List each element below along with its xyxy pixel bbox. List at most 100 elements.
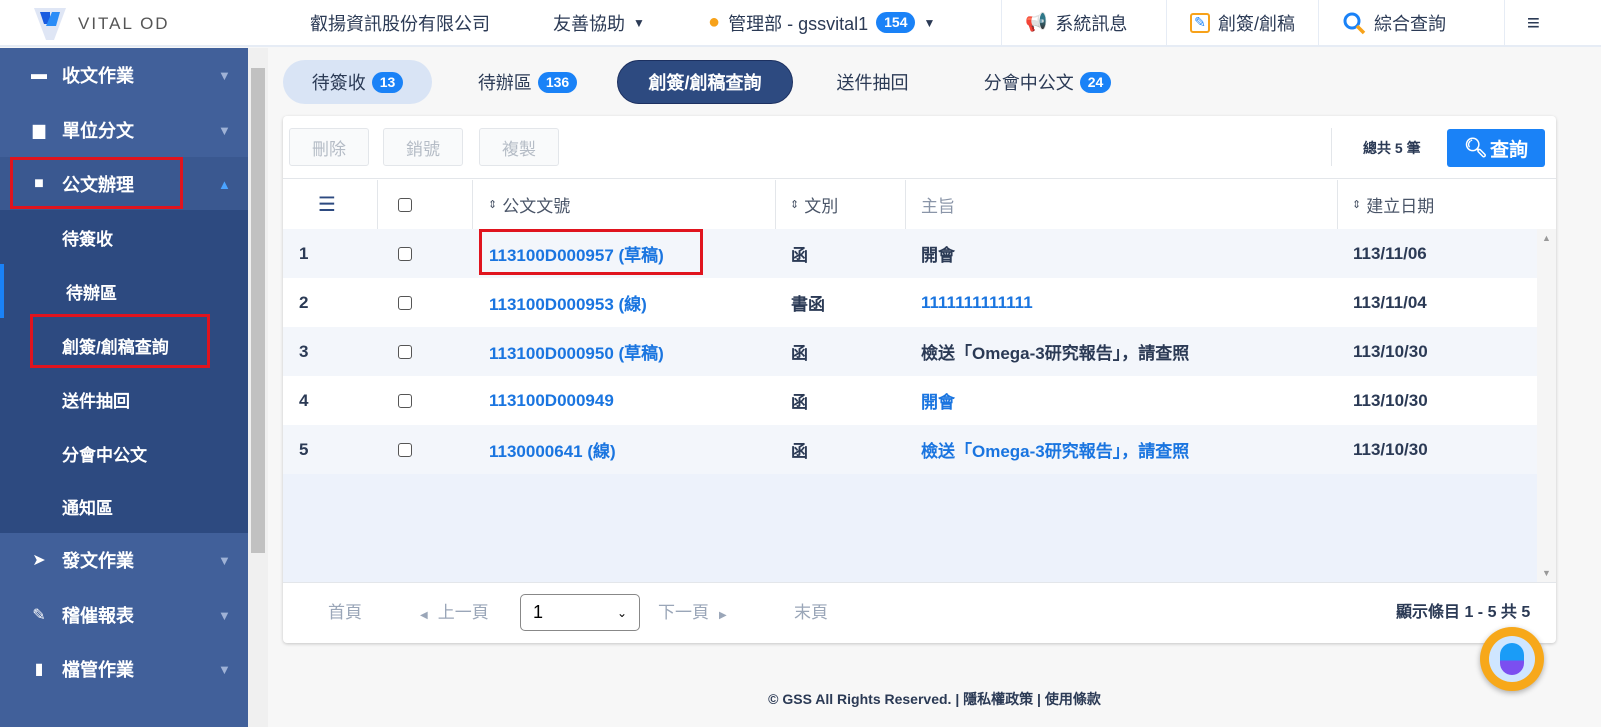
sidebar-subitem-withdraw[interactable]: 送件抽回 xyxy=(0,372,248,426)
tab-badge: 24 xyxy=(1080,72,1112,93)
tab-pending-receipt[interactable]: 待簽收13 xyxy=(283,60,432,104)
company-name: 叡揚資訊股份有限公司 xyxy=(310,0,490,45)
table-row[interactable]: 4 113100D000949 函 開會 113/10/30 xyxy=(283,376,1537,425)
sidebar-label: 分會中公文 xyxy=(62,441,147,466)
system-messages-button[interactable]: 📢系統訊息 xyxy=(1025,0,1127,45)
created-date: 113/11/04 xyxy=(1353,278,1427,327)
help-menu[interactable]: 友善協助▼ xyxy=(553,0,645,45)
header-label: 建立日期 xyxy=(1366,192,1434,217)
created-date: 113/10/30 xyxy=(1353,327,1428,376)
row-checkbox[interactable] xyxy=(398,327,412,376)
sidebar-item-unit-distribution[interactable]: ▆單位分文▼ xyxy=(0,103,248,157)
subject-link[interactable]: 1111111111111 xyxy=(921,278,1033,327)
hat-icon: ▆ xyxy=(28,120,50,140)
row-checkbox[interactable] xyxy=(398,376,412,425)
prev-page-button[interactable]: ◀ 上一頁 xyxy=(420,598,489,623)
sidebar-item-outgoing[interactable]: ➤發文作業▼ xyxy=(0,533,248,587)
chevron-down-icon: ▼ xyxy=(218,608,231,623)
header-label: 公文文號 xyxy=(502,192,570,217)
subject-link[interactable]: 開會 xyxy=(921,376,955,425)
row-number: 5 xyxy=(299,425,308,474)
prev-label: 上一頁 xyxy=(438,603,489,622)
pagination-summary: 顯示條目 1 - 5 共 5 xyxy=(1396,598,1530,622)
sidebar-item-reports[interactable]: ✎稽催報表▼ xyxy=(0,588,248,642)
header-doc-type[interactable]: ⇕文別 xyxy=(790,180,838,229)
table-row[interactable]: 5 1130000641 (線) 函 檢送「Omega-3研究報告」，請查照 1… xyxy=(283,425,1537,474)
copyright-text: © GSS All Rights Reserved. xyxy=(768,691,951,707)
first-page-button[interactable]: 首頁 xyxy=(328,598,362,623)
tab-label: 待簽收 xyxy=(312,69,366,95)
subject: 檢送「Omega-3研究報告」，請查照 xyxy=(921,327,1189,376)
sidebar-scrollbar-thumb[interactable] xyxy=(251,68,265,553)
highlight-box xyxy=(10,157,183,209)
caret-right-icon: ▶ xyxy=(719,610,727,621)
header-created-date[interactable]: ⇕建立日期 xyxy=(1352,180,1434,229)
query-button[interactable]: 🔍︎查詢 xyxy=(1447,129,1545,167)
sidebar-subitem-in-meeting[interactable]: 分會中公文 xyxy=(0,426,248,480)
row-checkbox[interactable] xyxy=(398,278,412,327)
highlight-box xyxy=(479,229,703,275)
tab-label: 送件抽回 xyxy=(837,69,909,95)
logo[interactable]: VITAL OD xyxy=(32,6,170,42)
tab-todo[interactable]: 待辦區136 xyxy=(455,60,600,104)
doc-number-link[interactable]: 113100D000949 xyxy=(489,376,614,425)
doc-type: 函 xyxy=(791,229,808,278)
doc-number-link[interactable]: 113100D000953 (線) xyxy=(489,278,647,327)
sidebar-label: 稽催報表 xyxy=(62,602,134,628)
draft-label: 創簽/創稿 xyxy=(1218,10,1295,36)
table-scrollbar[interactable]: ▲▼ xyxy=(1537,229,1556,582)
select-all-checkbox[interactable] xyxy=(398,180,412,229)
caret-down-icon: ▼ xyxy=(923,16,935,30)
subject-link[interactable]: 檢送「Omega-3研究報告」，請查照 xyxy=(921,425,1189,474)
doc-number-link[interactable]: 1130000641 (線) xyxy=(489,425,616,474)
sidebar-item-archive[interactable]: ▮檔管作業▼ xyxy=(0,642,248,696)
hamburger-menu-icon[interactable]: ≡ xyxy=(1527,0,1540,45)
chevron-down-icon: ▼ xyxy=(218,68,231,83)
sidebar-item-incoming[interactable]: ▬收文作業▼ xyxy=(0,48,248,102)
tab-withdraw[interactable]: 送件抽回 xyxy=(815,60,930,104)
next-page-button[interactable]: 下一頁 ▶ xyxy=(658,598,727,623)
next-label: 下一頁 xyxy=(658,603,709,622)
general-search-button[interactable]: 綜合查詢 xyxy=(1342,0,1446,45)
table-row[interactable]: 1 113100D000957 (草稿) 函 開會 113/11/06 xyxy=(283,229,1537,278)
subject: 開會 xyxy=(921,229,955,278)
user-badge: 154 xyxy=(876,12,915,33)
row-checkbox[interactable] xyxy=(398,229,412,278)
header-doc-number[interactable]: ⇕公文文號 xyxy=(488,180,570,229)
row-number: 2 xyxy=(299,278,308,327)
last-page-button[interactable]: 末頁 xyxy=(794,598,828,623)
list-order-icon[interactable]: ☰ xyxy=(318,180,336,229)
caret-left-icon: ◀ xyxy=(420,610,428,621)
table-row[interactable]: 2 113100D000953 (線) 書函 1111111111111 113… xyxy=(283,278,1537,327)
user-icon: ● xyxy=(708,11,720,34)
chatbot-button[interactable] xyxy=(1480,627,1544,691)
search-label: 綜合查詢 xyxy=(1374,10,1446,36)
paper-plane-icon: ➤ xyxy=(28,550,50,570)
sidebar-subitem-pending-receipt[interactable]: 待簽收 xyxy=(0,210,248,264)
sidebar-subitem-todo[interactable]: 待辦區 xyxy=(0,264,248,318)
row-number: 4 xyxy=(299,376,308,425)
table-row[interactable]: 3 113100D000950 (草稿) 函 檢送「Omega-3研究報告」，請… xyxy=(283,327,1537,376)
cancel-number-button[interactable]: 銷號 xyxy=(383,128,463,166)
doc-number-link[interactable]: 113100D000950 (草稿) xyxy=(489,327,664,376)
chevron-down-icon: ⌄ xyxy=(617,606,627,620)
user-menu[interactable]: ●管理部 - gssvital1154▼ xyxy=(708,0,935,45)
create-draft-button[interactable]: ✎ 創簽/創稿 xyxy=(1190,0,1295,45)
terms-link[interactable]: 使用條款 xyxy=(1045,691,1101,707)
privacy-link[interactable]: 隱私權政策 xyxy=(963,691,1033,707)
sidebar-subitem-notifications[interactable]: 通知區 xyxy=(0,479,248,533)
row-checkbox[interactable] xyxy=(398,425,412,474)
edit-icon: ✎ xyxy=(1190,13,1210,33)
sidebar-label: 檔管作業 xyxy=(62,656,134,682)
chevron-down-icon: ▼ xyxy=(218,123,231,138)
tab-draft-query[interactable]: 創簽/創稿查詢 xyxy=(617,60,793,104)
copy-button[interactable]: 複製 xyxy=(479,128,559,166)
sort-icon: ⇕ xyxy=(790,198,799,211)
tab-in-meeting[interactable]: 分會中公文24 xyxy=(960,60,1135,104)
tab-label: 待辦區 xyxy=(478,69,532,95)
delete-button[interactable]: 刪除 xyxy=(289,128,369,166)
doc-type: 函 xyxy=(791,376,808,425)
page-select[interactable]: 1⌄ xyxy=(520,594,640,631)
chevron-down-icon: ▼ xyxy=(218,553,231,568)
sidebar-label: 待辦區 xyxy=(66,279,117,304)
